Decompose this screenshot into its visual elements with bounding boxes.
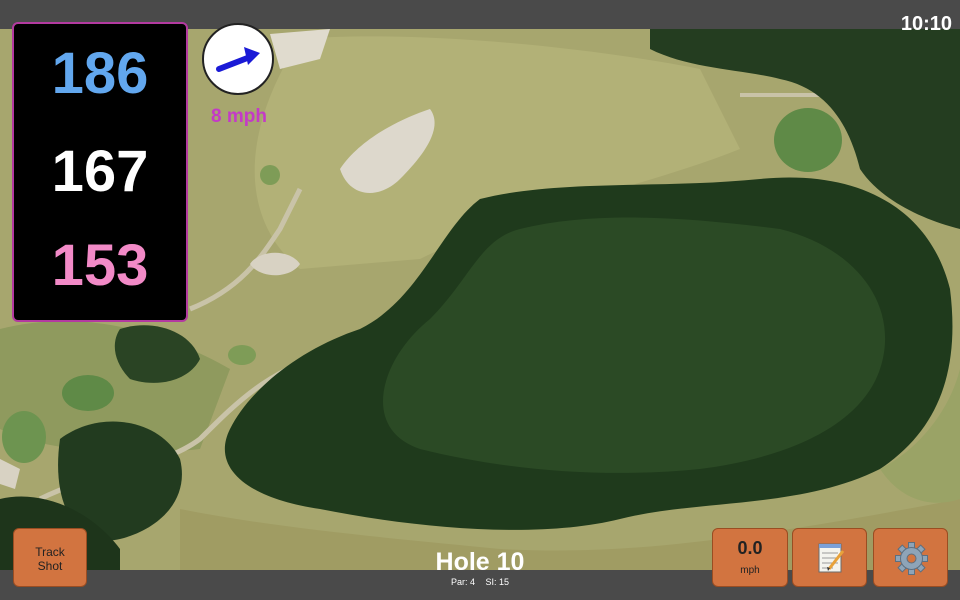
speed-value: 0.0 <box>737 538 763 558</box>
front-distance: 153 <box>51 233 149 298</box>
hole-title: Hole 10 <box>435 548 525 576</box>
wind-compass <box>202 23 274 95</box>
middle-distance: 167 <box>51 139 149 204</box>
wind-speed: 8 mph <box>211 106 267 127</box>
notes-button[interactable] <box>792 528 867 587</box>
settings-button[interactable] <box>873 528 948 587</box>
arrow-right-icon <box>216 47 260 72</box>
distance-panel: 186 167 153 <box>12 22 188 322</box>
speed-button[interactable]: 0.0 mph <box>712 528 788 587</box>
back-distance: 186 <box>51 41 149 106</box>
track-shot-button[interactable]: Track Shot <box>13 528 87 587</box>
gear-icon <box>895 542 928 575</box>
clock: 10:10 <box>900 13 952 35</box>
hole-info: Par: 4 SI: 15 <box>380 577 580 587</box>
notepad-icon <box>818 543 845 573</box>
hole-par: Par: 4 <box>450 577 475 587</box>
track-shot-label-line2: Shot <box>37 559 63 573</box>
hole-stroke-index: SI: 15 <box>485 577 510 587</box>
track-shot-label-line1: Track <box>35 545 65 559</box>
speed-unit: mph <box>740 565 760 576</box>
